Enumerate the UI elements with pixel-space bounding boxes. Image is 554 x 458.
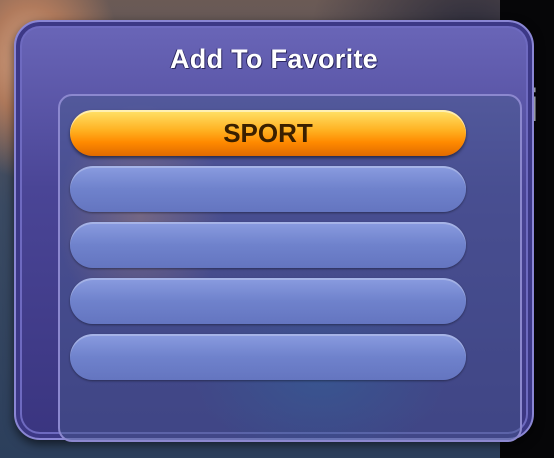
favorite-group-item-empty[interactable]: [70, 334, 466, 380]
favorite-group-list: SPORT: [70, 110, 466, 390]
favorite-group-item-empty[interactable]: [70, 278, 466, 324]
favorite-group-item-empty[interactable]: [70, 166, 466, 212]
favorite-group-item-sport[interactable]: SPORT: [70, 110, 466, 156]
dialog-title: Add To Favorite: [169, 44, 378, 74]
favorite-group-item-empty[interactable]: [70, 222, 466, 268]
